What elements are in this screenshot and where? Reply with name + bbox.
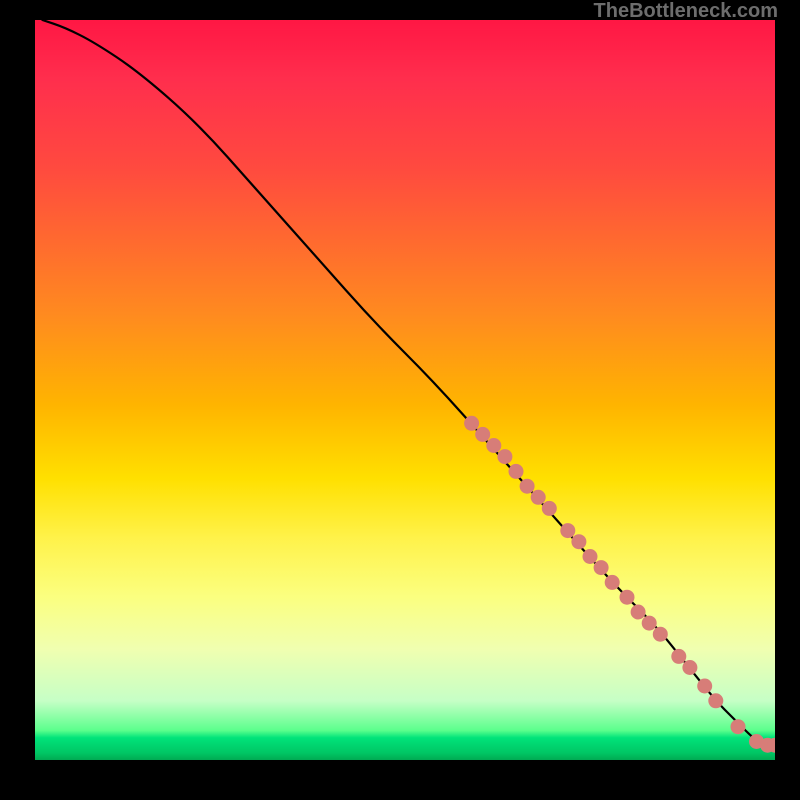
scatter-point [560, 523, 575, 538]
scatter-point [620, 590, 635, 605]
chart-stage: { "attribution": "TheBottleneck.com", "c… [0, 0, 800, 800]
scatter-point [509, 464, 524, 479]
scatter-point [497, 449, 512, 464]
scatter-point [475, 427, 490, 442]
scatter-point [605, 575, 620, 590]
scatter-point [531, 490, 546, 505]
scatter-point [520, 479, 535, 494]
scatter-point [631, 605, 646, 620]
scatter-point [542, 501, 557, 516]
scatter-point [486, 438, 501, 453]
scatter-point [697, 679, 712, 694]
scatter-point [731, 719, 746, 734]
chart-svg [35, 20, 775, 760]
scatter-group [464, 416, 775, 753]
scatter-point [594, 560, 609, 575]
scatter-point [464, 416, 479, 431]
scatter-point [708, 693, 723, 708]
scatter-point [583, 549, 598, 564]
scatter-point [682, 660, 697, 675]
plot-area [35, 20, 775, 760]
scatter-point [671, 649, 686, 664]
scatter-point [571, 534, 586, 549]
scatter-point [653, 627, 668, 642]
scatter-point [642, 616, 657, 631]
